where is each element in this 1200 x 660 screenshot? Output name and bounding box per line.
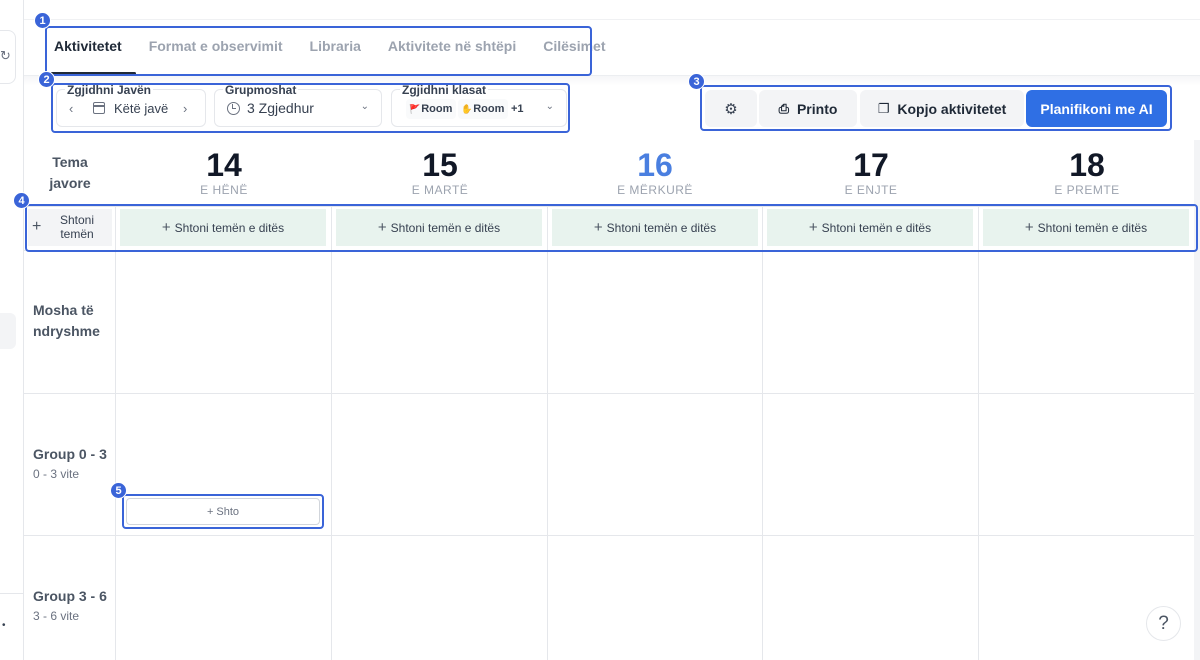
grid-line [331,207,332,660]
tab-format-e-observimit[interactable]: Format e observimit [141,27,297,75]
add-day-theme-button[interactable]: + Shtoni temën e ditës [983,209,1189,246]
class-chip: 🚩Room [406,99,457,119]
day-header: 18 E PREMTE [979,146,1195,197]
main-tabs: Aktivitetet Format e observimit Libraria… [46,27,625,75]
day-number: 14 [206,147,242,183]
row-label-group-3-6: Group 3 - 6 [33,588,107,604]
header-divider [24,19,1200,20]
print-button[interactable]: ⎙ Printo [759,90,857,127]
tab-aktivitete-ne-shtepi[interactable]: Aktivitete në shtëpi [380,27,530,75]
grid-line [24,250,1200,251]
week-selector[interactable]: Zgjidhni Javën ‹ Këtë javë › [56,83,206,127]
annotation-badge: 3 [688,73,705,90]
chevron-down-icon: ⌄ [360,101,369,112]
action-toolbar: ⚙ ⎙ Printo ❐ Kopjo aktivitetet Planifikoni… [702,87,1170,130]
grid-line [24,206,1200,207]
class-select[interactable]: Zgjidhni klasat 🚩Room ✋Room +1 ⌄ [391,83,567,127]
day-header: 14 E HËNË [116,146,332,197]
dot-icon: • [2,620,6,631]
plus-icon: + [808,219,818,236]
add-week-theme-label: Shtoni temën [59,213,95,241]
grid-line [547,207,548,660]
add-activity-button[interactable]: + Shto [126,498,320,525]
tab-aktivitetet[interactable]: Aktivitetet [46,27,136,75]
copy-icon: ❐ [877,100,890,116]
refresh-icon[interactable]: ↻ [0,48,11,64]
annotation-badge: 4 [13,192,30,209]
hand-icon: ✋ [461,104,473,114]
plus-icon: + [377,219,387,236]
grid-line [978,207,979,660]
age-group-label: Grupmoshat [223,83,299,97]
add-day-theme-button[interactable]: + Shtoni temën e ditës [767,209,973,246]
row-sub-group-3-6: 3 - 6 vite [33,609,80,623]
class-chip: ✋Room [458,99,509,119]
help-button[interactable]: ? [1146,606,1181,641]
week-selector-label: Zgjidhni Javën [65,83,154,97]
tab-libraria[interactable]: Libraria [302,27,375,75]
scrollbar[interactable] [1194,140,1200,660]
day-header: 15 E MARTË [332,146,548,197]
annotation-badge: 1 [34,12,51,29]
chevron-left-icon[interactable]: ‹ [69,101,73,116]
grid-line [24,535,1200,536]
day-name: E MARTË [411,183,469,197]
day-name: E PREMTE [1054,183,1120,197]
day-number: 15 [422,147,458,183]
plus-icon: + [1024,219,1034,236]
day-header-today: 16 E MËRKURË [547,146,763,197]
day-number: 18 [1069,147,1105,183]
day-name: E ENJTE [844,183,898,197]
sidebar-selected-item[interactable] [0,313,16,349]
flag-icon: 🚩 [409,104,421,114]
grid-line [115,207,116,660]
tab-cilesimet[interactable]: Cilësimet [535,27,619,75]
gear-icon: ⚙ [724,100,738,118]
annotation-badge: 2 [38,71,55,88]
row-label-group-0-3: Group 0 - 3 [33,446,107,462]
row-label-mixed-ages: Mosha të ndryshme [33,302,100,339]
calendar-icon [93,102,105,114]
day-header: 17 E ENJTE [763,146,979,197]
week-value: Këtë javë [114,101,169,116]
left-sidebar: ↻ • [0,0,24,660]
grid-line [24,393,1200,394]
day-number: 16 [637,147,673,183]
help-icon: ? [1158,612,1169,634]
row-sub-group-0-3: 0 - 3 vite [33,467,80,481]
chevron-right-icon[interactable]: › [183,101,187,116]
add-day-theme-button[interactable]: + Shtoni temën e ditës [336,209,542,246]
age-group-value: 3 Zgjedhur [247,100,314,116]
add-day-theme-button[interactable]: + Shtoni temën e ditës [552,209,758,246]
day-number: 17 [853,147,889,183]
day-name: E MËRKURË [617,183,693,197]
plus-icon: + [32,218,42,235]
age-group-select[interactable]: Grupmoshat 3 Zgjedhur ⌄ [214,83,382,127]
class-chip-more: +1 [508,99,528,119]
plus-icon: + [161,219,171,236]
add-day-theme-button[interactable]: + Shtoni temën e ditës [120,209,326,246]
chevron-down-icon: ⌄ [545,101,554,112]
grid-line [762,207,763,660]
class-select-label: Zgjidhni klasat [400,83,489,97]
day-name: E HËNË [200,183,248,197]
clock-icon [227,102,240,115]
annotation-badge: 5 [110,482,127,499]
add-week-theme-button[interactable]: + Shtoni temën [28,209,112,246]
plus-icon: + [593,219,603,236]
toolbar-band [24,76,1200,86]
plan-with-ai-button[interactable]: Planifikoni me AI [1026,90,1167,127]
settings-button[interactable]: ⚙ [705,90,757,127]
week-theme-label: Tema javore [49,154,91,191]
sidebar-divider [0,593,24,594]
printer-icon: ⎙ [778,100,789,116]
copy-activities-button[interactable]: ❐ Kopjo aktivitetet [860,90,1024,127]
